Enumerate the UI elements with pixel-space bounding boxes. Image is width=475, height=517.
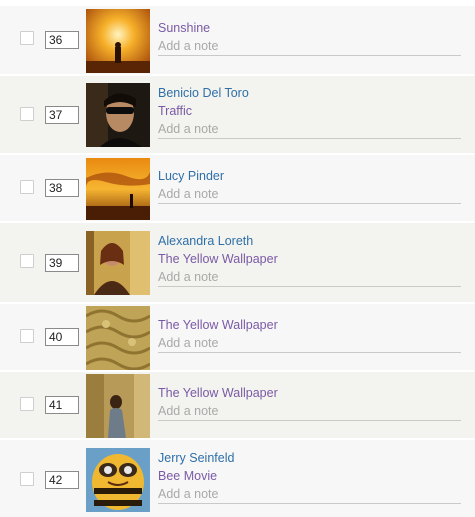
image-list: 36 Sunshine Add a note 37 Benicio Del To… — [0, 0, 475, 517]
person-link[interactable]: Benicio Del Toro — [158, 84, 461, 102]
thumbnail-image[interactable] — [86, 374, 150, 438]
position-input[interactable]: 36 — [45, 31, 79, 49]
list-item: 36 Sunshine Add a note — [0, 6, 475, 76]
list-item: 40 The Yellow Wallpaper Add a note — [0, 304, 475, 372]
person-link[interactable]: Lucy Pinder — [158, 167, 461, 185]
title-link[interactable]: Sunshine — [158, 19, 461, 37]
note-field[interactable]: Add a note — [158, 37, 461, 56]
position-input[interactable]: 42 — [45, 471, 79, 489]
select-checkbox[interactable] — [20, 180, 34, 194]
note-field[interactable]: Add a note — [158, 120, 461, 139]
position-input[interactable]: 41 — [45, 396, 79, 414]
thumbnail-image[interactable] — [86, 448, 150, 512]
thumbnail-image[interactable] — [86, 83, 150, 147]
title-link[interactable]: Bee Movie — [158, 467, 461, 485]
list-item: 37 Benicio Del Toro Traffic Add a note — [0, 76, 475, 155]
title-link[interactable]: Traffic — [158, 102, 461, 120]
thumbnail-image[interactable] — [86, 158, 150, 220]
note-field[interactable]: Add a note — [158, 485, 461, 504]
select-checkbox[interactable] — [20, 31, 34, 45]
position-input[interactable]: 37 — [45, 106, 79, 124]
select-checkbox[interactable] — [20, 397, 34, 411]
note-field[interactable]: Add a note — [158, 402, 461, 421]
position-input[interactable]: 39 — [45, 254, 79, 272]
position-input[interactable]: 38 — [45, 179, 79, 197]
select-checkbox[interactable] — [20, 254, 34, 268]
note-field[interactable]: Add a note — [158, 334, 461, 353]
person-link[interactable]: Jerry Seinfeld — [158, 449, 461, 467]
person-link[interactable]: Alexandra Loreth — [158, 232, 461, 250]
select-checkbox[interactable] — [20, 107, 34, 121]
thumbnail-image[interactable] — [86, 9, 150, 73]
list-item: 38 Lucy Pinder Add a note — [0, 155, 475, 223]
list-item: 39 Alexandra Loreth The Yellow Wallpaper… — [0, 223, 475, 304]
select-checkbox[interactable] — [20, 329, 34, 343]
list-item: 41 The Yellow Wallpaper Add a note — [0, 372, 475, 440]
title-link[interactable]: The Yellow Wallpaper — [158, 316, 461, 334]
position-input[interactable]: 40 — [45, 328, 79, 346]
note-field[interactable]: Add a note — [158, 185, 461, 204]
thumbnail-image[interactable] — [86, 231, 150, 295]
list-item: 42 Jerry Seinfeld Bee Movie Add a note — [0, 440, 475, 517]
title-link[interactable]: The Yellow Wallpaper — [158, 384, 461, 402]
select-checkbox[interactable] — [20, 472, 34, 486]
thumbnail-image[interactable] — [86, 306, 150, 370]
note-field[interactable]: Add a note — [158, 268, 461, 287]
title-link[interactable]: The Yellow Wallpaper — [158, 250, 461, 268]
